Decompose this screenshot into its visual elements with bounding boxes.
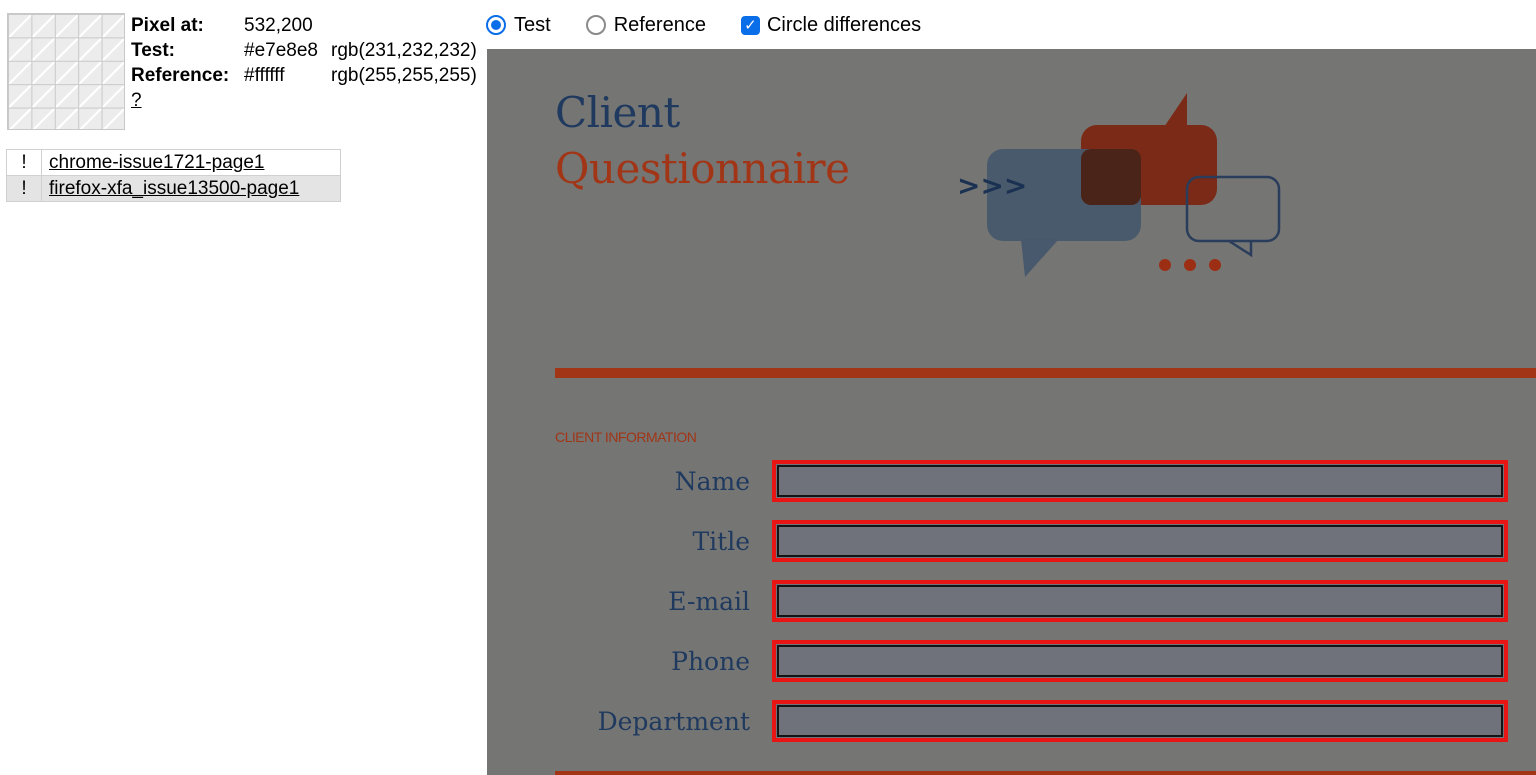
circle-differences-label: Circle differences: [766, 13, 922, 36]
file-link[interactable]: firefox-xfa_issue13500-page1: [42, 176, 299, 201]
pixel-info: Pixel at: 532,200 Test: #e7e8e8 rgb(231,…: [131, 13, 477, 113]
footer-rule: [555, 771, 1536, 775]
file-status-flag: !: [7, 176, 42, 201]
field-label-name: Name: [674, 467, 750, 496]
file-list: ! chrome-issue1721-page1 ! firefox-xfa_i…: [6, 149, 341, 202]
help-row: ?: [131, 88, 477, 113]
email-field[interactable]: [772, 580, 1508, 622]
test-color-label: Test:: [131, 40, 175, 61]
doc-title-line2: Questionnaire: [555, 144, 850, 193]
reference-radio-option[interactable]: Reference: [585, 13, 706, 37]
reference-color-row: Reference: #ffffff rgb(255,255,255): [131, 63, 477, 88]
test-radio-label: Test: [514, 13, 551, 36]
reference-color-label: Reference:: [131, 65, 230, 86]
pixel-at-label: Pixel at:: [131, 15, 204, 36]
art-chevrons: >>>: [957, 169, 1027, 202]
name-field[interactable]: [772, 460, 1508, 502]
image-viewer[interactable]: Client Questionnaire >>> CLIENT INFORMAT…: [487, 49, 1536, 775]
file-row[interactable]: ! chrome-issue1721-page1: [7, 150, 340, 175]
test-color-hex: #e7e8e8: [244, 40, 318, 61]
title-field[interactable]: [772, 520, 1508, 562]
field-label-title: Title: [692, 527, 750, 556]
department-field[interactable]: [772, 700, 1508, 742]
test-color-row: Test: #e7e8e8 rgb(231,232,232): [131, 38, 477, 63]
test-color-rgb: rgb(231,232,232): [331, 40, 477, 61]
header-rule: [555, 368, 1536, 378]
field-label-phone: Phone: [671, 647, 750, 676]
file-status-flag: !: [7, 150, 42, 175]
reference-radio[interactable]: [585, 15, 606, 35]
phone-field[interactable]: [772, 640, 1508, 682]
section-heading: CLIENT INFORMATION: [555, 429, 697, 445]
help-link[interactable]: ?: [131, 88, 142, 113]
test-radio[interactable]: [486, 15, 506, 35]
circle-differences-option[interactable]: ✓ Circle differences: [740, 13, 922, 37]
file-link[interactable]: chrome-issue1721-page1: [42, 150, 264, 175]
file-row-selected[interactable]: ! firefox-xfa_issue13500-page1: [7, 175, 340, 201]
view-controls: Test Reference ✓ Circle differences: [486, 12, 921, 38]
field-label-department: Department: [597, 707, 750, 736]
reference-radio-label: Reference: [613, 13, 706, 36]
reference-color-rgb: rgb(255,255,255): [331, 65, 477, 86]
pixel-at-value: 532,200: [244, 15, 313, 36]
pixel-at-row: Pixel at: 532,200: [131, 13, 477, 38]
speech-bubbles-icon: >>>: [957, 93, 1281, 277]
doc-title-line1: Client: [555, 88, 680, 137]
pixel-magnifier: [7, 13, 125, 130]
reference-color-hex: #ffffff: [244, 65, 285, 86]
checkmark-icon[interactable]: ✓: [740, 15, 760, 35]
test-radio-option[interactable]: Test: [486, 14, 551, 37]
field-label-email: E-mail: [668, 587, 750, 616]
